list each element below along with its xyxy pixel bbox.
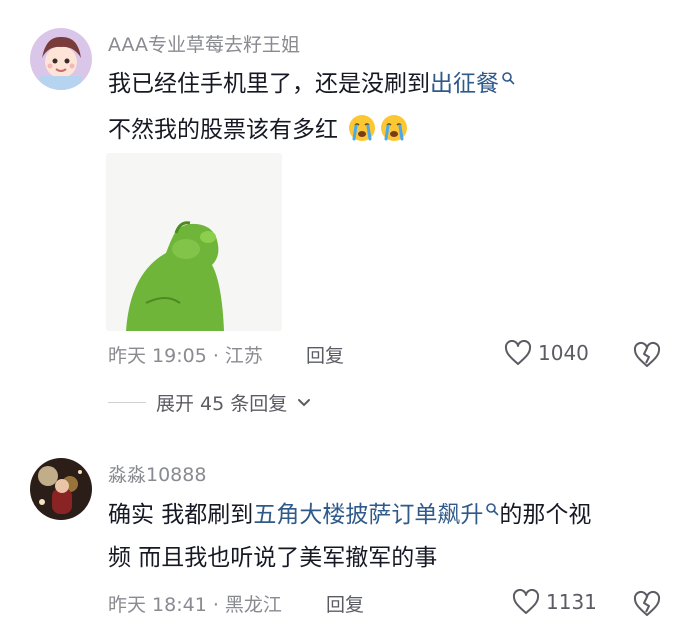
comment-text-line: 确实 我都刷到五角大楼披萨订单飙升 的那个视 — [108, 500, 591, 530]
search-icon — [486, 503, 499, 516]
broken-heart-icon — [633, 590, 661, 616]
search-link[interactable]: 五角大楼披萨订单飙升 — [253, 502, 483, 528]
comment-text: 确实 我都刷到 — [108, 502, 254, 528]
reply-button[interactable]: 回复 — [326, 590, 364, 617]
comment-text: 频 而且我也听说了美军撤军的事 — [108, 545, 438, 571]
like-count: 1131 — [546, 590, 597, 614]
dislike-button[interactable] — [632, 589, 662, 619]
like-button[interactable]: 1131 — [512, 589, 597, 615]
username[interactable]: 淼淼10888 — [108, 460, 206, 487]
comment-item: 淼淼10888 确实 我都刷到五角大楼披萨订单飙升 的那个视 频 而且我也听说了美… — [0, 0, 690, 627]
comment-time-location: 昨天 18:41 · 黑龙江 — [108, 594, 282, 616]
comment-text: 的那个视 — [499, 502, 592, 528]
heart-icon — [512, 589, 540, 614]
comment-text-line: 频 而且我也听说了美军撤军的事 — [108, 543, 437, 573]
avatar[interactable] — [30, 458, 92, 520]
